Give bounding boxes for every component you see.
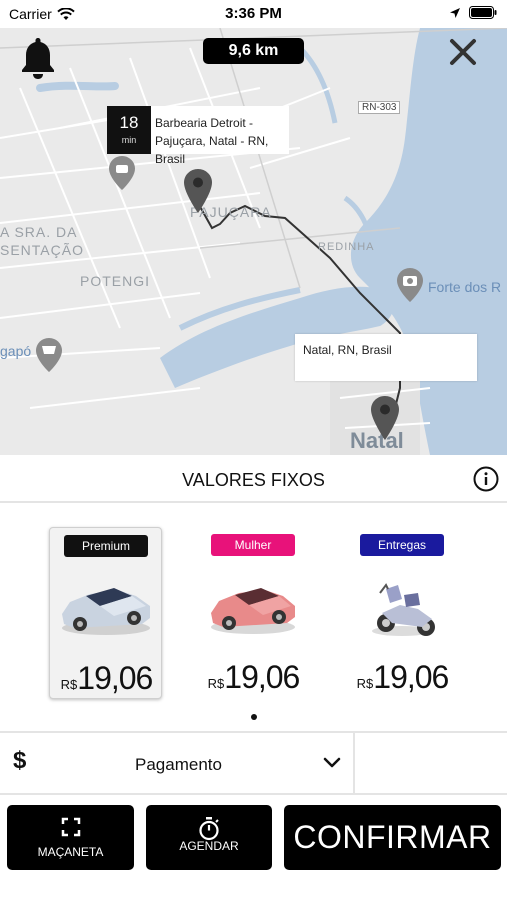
barbershop-poi-icon[interactable] bbox=[109, 156, 135, 190]
origin-address-line-1: Barbearia Detroit - bbox=[155, 116, 254, 130]
clock: 3:36 PM bbox=[225, 5, 282, 22]
location-arrow-icon bbox=[450, 7, 460, 18]
origin-address-label[interactable]: Barbearia Detroit - Pajuçara, Natal - RN… bbox=[151, 106, 289, 166]
currency-label: R$ bbox=[356, 676, 374, 691]
agendar-label: AGENDAR bbox=[179, 839, 239, 853]
macaneta-button[interactable]: MAÇANETA bbox=[7, 805, 134, 870]
close-icon[interactable] bbox=[447, 36, 479, 68]
confirm-label: CONFIRMAR bbox=[293, 819, 492, 855]
expand-icon bbox=[61, 817, 80, 837]
sedan-icon bbox=[62, 588, 150, 635]
category-tag: Premium bbox=[64, 535, 148, 557]
eta-badge: 18 min bbox=[107, 106, 151, 154]
eta-value: 18 bbox=[119, 113, 139, 132]
category-price: R$19,06 bbox=[50, 660, 163, 697]
chevron-down-icon[interactable] bbox=[323, 756, 341, 770]
scooter-icon bbox=[372, 583, 435, 636]
battery-icon bbox=[469, 6, 497, 19]
confirm-button[interactable]: CONFIRMAR bbox=[284, 805, 501, 870]
status-right bbox=[449, 6, 497, 19]
destination-pin-icon[interactable] bbox=[371, 396, 399, 440]
shopping-poi-icon[interactable] bbox=[36, 338, 62, 372]
map-label-sentacao: SENTAÇÃO bbox=[0, 242, 84, 258]
origin-address-line-2: Pajuçara, Natal - RN, Brasil bbox=[155, 134, 269, 166]
pink-car-icon bbox=[211, 588, 295, 634]
category-card-premium[interactable]: Premium R$19,06 bbox=[49, 527, 162, 699]
category-price: R$19,06 bbox=[197, 659, 310, 696]
category-price: R$19,06 bbox=[346, 659, 459, 696]
map-view[interactable]: PAJUÇARA POTENGI A SRA. DA SENTAÇÃO REDI… bbox=[0, 28, 507, 455]
category-card-mulher[interactable]: Mulher R$19,06 bbox=[197, 527, 310, 699]
payment-divider bbox=[353, 733, 355, 793]
road-label: RN-303 bbox=[358, 101, 401, 114]
price-value: 19,06 bbox=[373, 659, 449, 695]
currency-label: R$ bbox=[207, 676, 225, 691]
expand-icon-wrapper bbox=[7, 817, 134, 837]
destination-address-label[interactable]: Natal, RN, Brasil bbox=[295, 334, 477, 381]
price-value: 19,06 bbox=[77, 660, 153, 696]
map-label-potengi: POTENGI bbox=[80, 273, 151, 289]
camera-poi-icon[interactable] bbox=[397, 268, 423, 302]
timer-icon-wrapper bbox=[146, 817, 272, 841]
status-bar: Carrier 3:36 PM bbox=[0, 0, 507, 28]
macaneta-label: MAÇANETA bbox=[37, 845, 104, 859]
category-carousel[interactable]: Premium R$19,06 Mulher R$19,06 Entregas … bbox=[0, 505, 507, 730]
category-tag: Mulher bbox=[211, 534, 295, 556]
price-value: 19,06 bbox=[224, 659, 300, 695]
origin-pin-icon[interactable] bbox=[184, 169, 212, 213]
screen: Carrier 3:36 PM PAJUÇARA POTENGI A SRA. … bbox=[0, 0, 507, 900]
payment-label: Pagamento bbox=[135, 755, 222, 774]
category-card-entregas[interactable]: Entregas R$19,06 bbox=[346, 527, 459, 699]
currency-label: R$ bbox=[60, 677, 78, 692]
map-label-forte: Forte dos R bbox=[428, 279, 502, 295]
category-tag: Entregas bbox=[360, 534, 444, 556]
stopwatch-icon bbox=[199, 817, 219, 841]
carousel-page-indicator[interactable] bbox=[251, 714, 257, 720]
bell-icon[interactable] bbox=[20, 36, 56, 80]
map-label-redinha: REDINHA bbox=[318, 241, 375, 253]
dollar-icon: $ bbox=[13, 747, 27, 774]
payment-selector[interactable]: $ Pagamento bbox=[0, 731, 507, 795]
map-label-gapo: gapó bbox=[0, 343, 32, 359]
fixed-values-header: VALORES FIXOS bbox=[0, 455, 507, 503]
info-icon[interactable] bbox=[473, 466, 499, 492]
agendar-button[interactable]: AGENDAR bbox=[146, 805, 272, 870]
distance-badge: 9,6 km bbox=[203, 38, 304, 64]
fixed-values-title: VALORES FIXOS bbox=[182, 470, 325, 490]
eta-unit: min bbox=[121, 135, 137, 145]
map-label-sra: A SRA. DA bbox=[0, 224, 78, 240]
